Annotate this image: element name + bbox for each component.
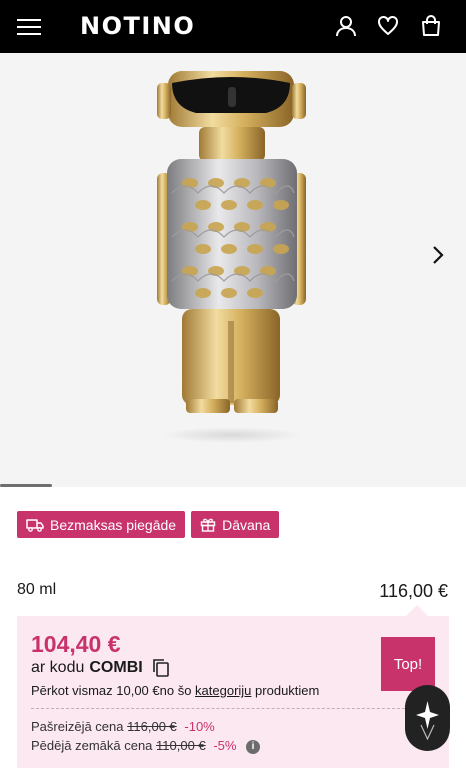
lowest-price-label: Pēdējā zemākā cena <box>31 738 153 753</box>
top-badge: Top! <box>381 637 435 691</box>
promo-notch <box>406 605 428 616</box>
free-delivery-badge: Bezmaksas piegāde <box>17 511 186 538</box>
promo-condition: Pērkot vismaz 10,00 €no šo kategoriju pr… <box>31 683 319 698</box>
variant-price: 116,00 € <box>379 581 448 601</box>
lowest-price-row: Pēdējā zemākā cena 110,00 € -5% i <box>31 738 261 754</box>
lowest-discount: -5% <box>213 738 237 753</box>
promo-code: COMBI <box>89 659 143 676</box>
variant-size[interactable]: 80 ml <box>17 581 56 599</box>
product-gallery[interactable] <box>0 53 466 487</box>
lowest-old-price: 110,00 € <box>156 738 206 753</box>
info-icon[interactable]: i <box>246 739 261 754</box>
category-link[interactable]: kategoriju <box>195 683 251 698</box>
gift-label: Dāvana <box>222 516 271 533</box>
current-price-label: Pašreizējā cena <box>31 719 124 734</box>
gift-icon <box>200 518 216 532</box>
heart-icon[interactable] <box>377 15 399 37</box>
gallery-indicator <box>0 484 52 487</box>
chevron-right-icon[interactable] <box>428 243 448 267</box>
product-image <box>157 71 306 443</box>
current-price-row: Pašreizējā cena 116,00 € -10% <box>31 719 215 734</box>
truck-icon <box>26 518 44 532</box>
badge-row: Bezmaksas piegāde Dāvana <box>17 511 280 538</box>
header-bar: NOTINO <box>0 0 466 53</box>
copy-icon[interactable] <box>152 658 170 678</box>
promo-divider <box>31 708 435 709</box>
current-old-price: 116,00 € <box>127 719 177 734</box>
gift-badge: Dāvana <box>191 511 280 538</box>
current-discount: -10% <box>184 719 215 734</box>
sparkle-icon <box>416 701 439 741</box>
free-delivery-label: Bezmaksas piegāde <box>50 516 177 533</box>
promo-code-line: ar kodu COMBI <box>31 658 170 678</box>
menu-icon[interactable] <box>17 17 41 35</box>
promo-price: 104,40 € <box>31 631 121 657</box>
logo[interactable]: NOTINO <box>80 12 195 40</box>
user-icon[interactable] <box>335 15 357 37</box>
promo-box: 104,40 € ar kodu COMBI Pērkot vismaz 10,… <box>17 616 449 768</box>
code-prefix: ar kodu <box>31 659 85 676</box>
bag-icon[interactable] <box>420 15 442 37</box>
condition-text: Pērkot vismaz 10,00 €no šo <box>31 683 192 698</box>
assistant-button[interactable] <box>405 685 450 751</box>
condition-suffix: produktiem <box>255 683 320 698</box>
